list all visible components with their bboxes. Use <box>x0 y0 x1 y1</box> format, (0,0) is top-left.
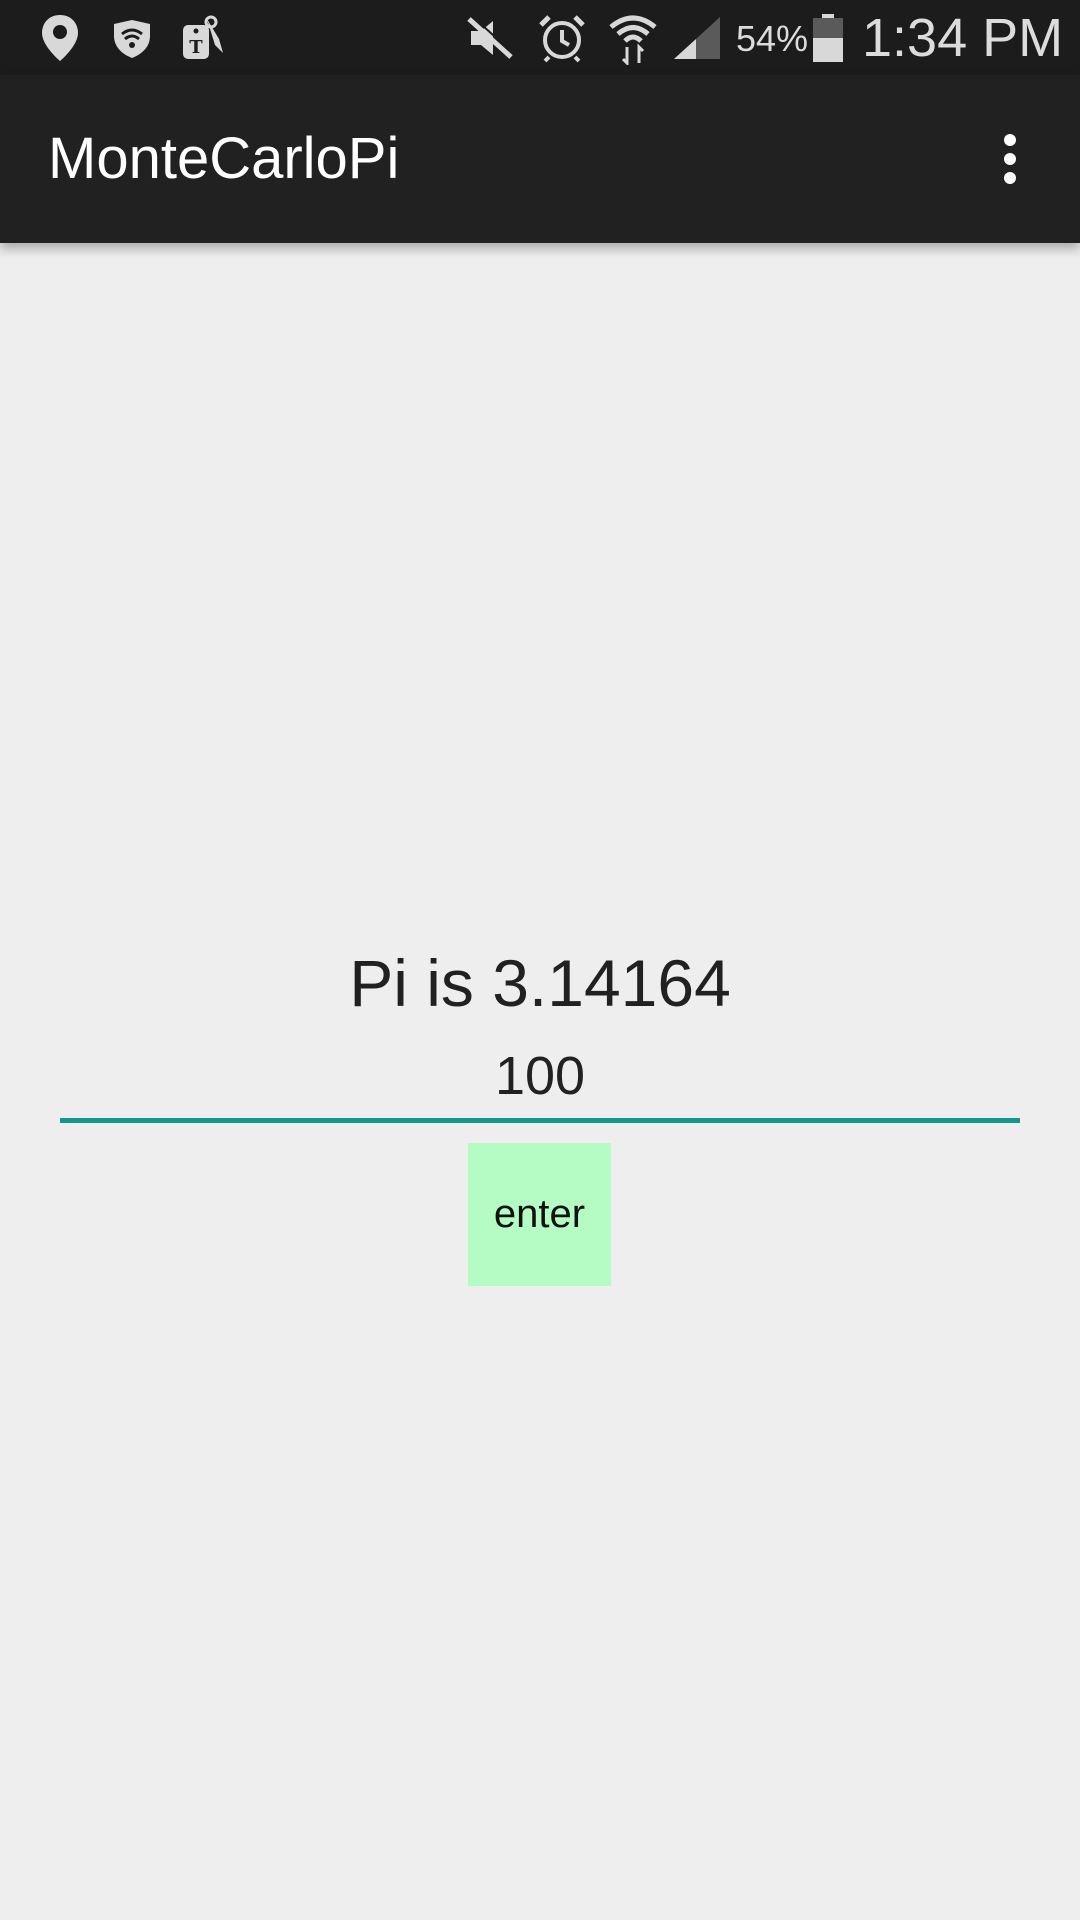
signal-icon <box>670 0 724 75</box>
mute-icon <box>464 0 516 75</box>
svg-text:T: T <box>189 37 203 58</box>
status-clock: 1:34 PM <box>862 8 1064 68</box>
battery-icon <box>810 0 846 75</box>
enter-button[interactable]: enter <box>468 1143 611 1286</box>
more-vert-icon <box>1004 134 1016 184</box>
main-content: Pi is 3.14164 enter <box>0 243 1080 1920</box>
overflow-menu-button[interactable] <box>970 119 1050 199</box>
pi-result-text: Pi is 3.14164 <box>349 946 731 1020</box>
battery-percent: 54% <box>736 18 809 59</box>
app-bar: MonteCarloPi <box>0 75 1080 243</box>
alarm-icon <box>536 0 588 75</box>
tmobile-tag-icon: T <box>178 0 228 75</box>
iterations-input[interactable] <box>60 1033 1020 1123</box>
wifi-icon <box>606 0 660 75</box>
app-title: MonteCarloPi <box>48 126 400 191</box>
location-icon <box>38 0 82 75</box>
wifi-shield-icon <box>108 0 156 75</box>
status-bar: T 54% 1:34 PM <box>0 0 1080 75</box>
